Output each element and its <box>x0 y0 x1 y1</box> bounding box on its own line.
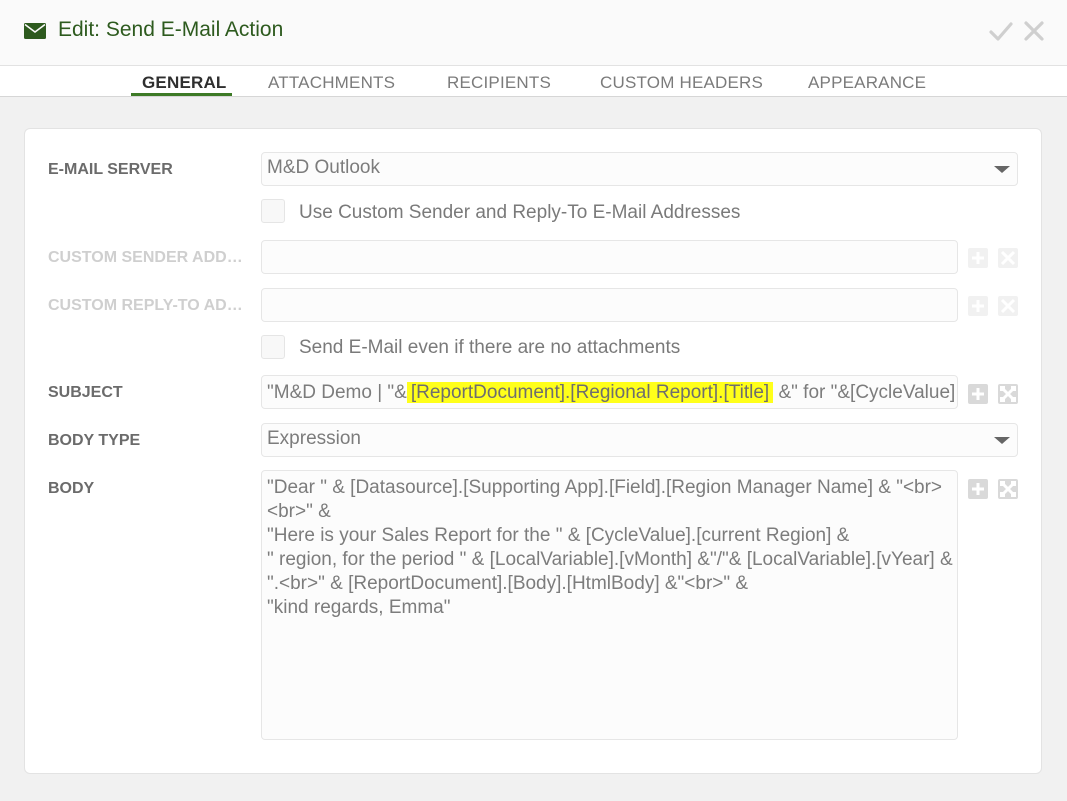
subject-value: "M&D Demo | "& [ReportDocument].[Regional… <box>267 382 955 404</box>
expand-icon[interactable] <box>998 248 1018 268</box>
body-label: BODY <box>48 480 95 497</box>
dialog-header: Edit: Send E-Mail Action <box>0 0 1067 66</box>
tab-attachments[interactable]: ATTACHMENTS <box>268 73 395 93</box>
email-server-value: M&D Outlook <box>267 157 380 178</box>
expand-icon[interactable] <box>998 479 1018 499</box>
custom-sender-label: CUSTOM SENDER ADDRESS <box>48 249 250 266</box>
chevron-down-icon <box>994 437 1010 444</box>
close-icon[interactable] <box>1022 19 1046 43</box>
subject-input[interactable]: "M&D Demo | "& [ReportDocument].[Regional… <box>261 375 958 409</box>
custom-reply-to-input[interactable] <box>261 288 958 322</box>
subject-prefix: "M&D Demo | "& <box>267 382 407 403</box>
tab-custom-headers[interactable]: CUSTOM HEADERS <box>600 73 763 93</box>
body-type-value: Expression <box>267 428 361 449</box>
custom-sender-input[interactable] <box>261 240 958 274</box>
expand-icon[interactable] <box>998 384 1018 404</box>
add-icon[interactable] <box>968 248 988 268</box>
subject-label: SUBJECT <box>48 384 123 401</box>
tab-recipients[interactable]: RECIPIENTS <box>447 73 551 93</box>
add-icon[interactable] <box>968 384 988 404</box>
dialog-title: Edit: Send E-Mail Action <box>58 18 284 41</box>
email-server-select[interactable]: M&D Outlook <box>261 152 1018 186</box>
subject-suffix: &" for "&[CycleValue].[current Region] <box>778 382 955 403</box>
use-custom-sender-label: Use Custom Sender and Reply-To E-Mail Ad… <box>299 202 741 223</box>
tab-general[interactable]: GENERAL <box>142 73 227 93</box>
email-server-label: E-MAIL SERVER <box>48 161 173 178</box>
use-custom-sender-checkbox[interactable] <box>261 199 285 223</box>
tab-appearance[interactable]: APPEARANCE <box>808 73 926 93</box>
add-icon[interactable] <box>968 296 988 316</box>
chevron-down-icon <box>994 166 1010 173</box>
body-textarea[interactable]: "Dear " & [Datasource].[Supporting App].… <box>261 470 958 740</box>
send-without-attachments-label: Send E-Mail even if there are no attachm… <box>299 337 681 358</box>
body-type-label: BODY TYPE <box>48 432 141 449</box>
active-tab-indicator <box>131 93 232 96</box>
custom-reply-to-label: CUSTOM REPLY-TO ADDRESS <box>48 297 250 314</box>
expand-icon[interactable] <box>998 296 1018 316</box>
checkmark-icon[interactable] <box>989 19 1013 43</box>
add-icon[interactable] <box>968 479 988 499</box>
body-value: "Dear " & [Datasource].[Supporting App].… <box>267 477 953 618</box>
tab-bar: GENERAL ATTACHMENTS RECIPIENTS CUSTOM HE… <box>0 66 1067 97</box>
subject-highlighted-expression: [ReportDocument].[Regional Report].[Titl… <box>406 382 774 403</box>
send-without-attachments-checkbox[interactable] <box>261 335 285 359</box>
body-type-select[interactable]: Expression <box>261 423 1018 457</box>
envelope-icon <box>24 23 46 39</box>
